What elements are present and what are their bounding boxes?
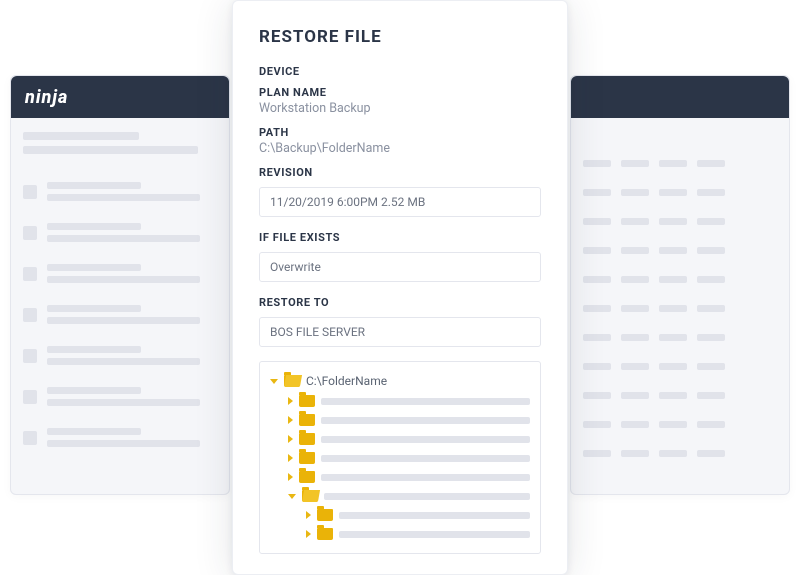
caret-right-icon	[288, 435, 293, 443]
placeholder-line	[339, 512, 530, 519]
table-row	[583, 160, 777, 167]
restore-to-label: RESTORE TO	[259, 296, 541, 309]
list-item	[23, 182, 217, 201]
folder-open-icon	[284, 375, 300, 387]
left-panel-body	[11, 118, 229, 483]
tree-node[interactable]	[270, 433, 530, 445]
placeholder-line	[321, 474, 530, 481]
tree-node-root[interactable]: C:\FolderName	[270, 374, 530, 388]
tree-node-expanded[interactable]	[270, 490, 530, 502]
table-row	[583, 363, 777, 370]
path-value: C:\Backup\FolderName	[259, 141, 541, 156]
list-item	[23, 264, 217, 283]
list-item	[23, 223, 217, 242]
folder-icon	[317, 528, 333, 540]
tree-root-label: C:\FolderName	[306, 374, 387, 388]
logo: ninja	[25, 87, 68, 108]
background-panel-right	[570, 75, 790, 495]
caret-right-icon	[306, 530, 311, 538]
if-file-exists-label: IF FILE EXISTS	[259, 231, 541, 244]
placeholder-line	[321, 398, 530, 405]
table-row	[583, 450, 777, 457]
right-panel-body	[571, 118, 789, 493]
table-row	[583, 247, 777, 254]
table-row	[583, 421, 777, 428]
plan-name-value: Workstation Backup	[259, 101, 541, 116]
list-item	[23, 305, 217, 324]
background-panel-left: ninja	[10, 75, 230, 495]
table-row	[583, 276, 777, 283]
placeholder-line	[321, 455, 530, 462]
tree-node[interactable]	[270, 509, 530, 521]
nav-header: ninja	[11, 76, 229, 118]
table-row	[583, 334, 777, 341]
tree-node[interactable]	[270, 528, 530, 540]
folder-icon	[299, 433, 315, 445]
caret-down-icon	[288, 494, 296, 499]
tree-node[interactable]	[270, 414, 530, 426]
caret-right-icon	[288, 416, 293, 424]
tree-node[interactable]	[270, 395, 530, 407]
if-file-exists-select[interactable]: Overwrite	[259, 252, 541, 282]
list-item	[23, 387, 217, 406]
table-row	[583, 305, 777, 312]
folder-icon	[299, 414, 315, 426]
folder-icon	[317, 509, 333, 521]
placeholder-line	[321, 436, 530, 443]
placeholder-line	[324, 493, 530, 500]
folder-icon	[299, 452, 315, 464]
tree-node[interactable]	[270, 471, 530, 483]
plan-name-label: PLAN NAME	[259, 86, 541, 99]
if-file-exists-value: Overwrite	[270, 260, 321, 274]
folder-icon	[299, 471, 315, 483]
placeholder-line	[321, 417, 530, 424]
folder-open-icon	[302, 490, 318, 502]
folder-tree[interactable]: C:\FolderName	[259, 361, 541, 554]
path-label: PATH	[259, 126, 541, 139]
table-row	[583, 392, 777, 399]
nav-header-right	[571, 76, 789, 118]
table-row	[583, 218, 777, 225]
device-label: DEVICE	[259, 65, 541, 78]
caret-down-icon	[270, 379, 278, 384]
list-item	[23, 346, 217, 365]
caret-right-icon	[306, 511, 311, 519]
folder-icon	[299, 395, 315, 407]
restore-to-value: BOS FILE SERVER	[270, 325, 365, 339]
caret-right-icon	[288, 473, 293, 481]
placeholder-line	[339, 531, 530, 538]
dialog-title: RESTORE FILE	[259, 27, 541, 47]
tree-node[interactable]	[270, 452, 530, 464]
revision-label: REVISION	[259, 166, 541, 179]
revision-select[interactable]: 11/20/2019 6:00PM 2.52 MB	[259, 187, 541, 217]
table-row	[583, 189, 777, 196]
list-item	[23, 428, 217, 447]
caret-right-icon	[288, 397, 293, 405]
restore-file-dialog: RESTORE FILE DEVICE PLAN NAME Workstatio…	[232, 0, 568, 575]
revision-value: 11/20/2019 6:00PM 2.52 MB	[270, 195, 425, 209]
caret-right-icon	[288, 454, 293, 462]
restore-to-select[interactable]: BOS FILE SERVER	[259, 317, 541, 347]
